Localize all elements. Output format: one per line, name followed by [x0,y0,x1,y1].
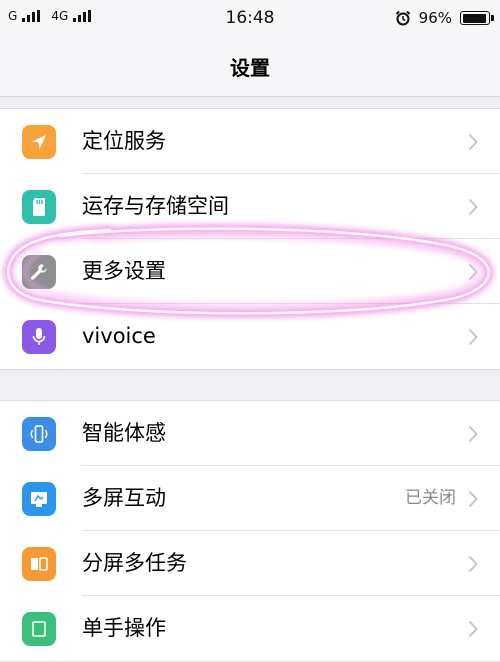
battery-percent: 96% [418,9,452,27]
settings-item-label: 智能体感 [82,421,166,445]
settings-item-label: 单手操作 [82,616,166,640]
settings-item-label: 分屏多任务 [82,551,187,575]
chevron-right-icon [468,555,478,573]
chevron-right-icon [468,133,478,151]
nav-bar: 设置 [0,36,500,97]
settings-item-split-screen[interactable]: 分屏多任务 [0,531,500,596]
chevron-right-icon [468,425,478,443]
microphone-icon [22,320,56,354]
settings-item-more-settings[interactable]: 更多设置 [0,239,500,304]
settings-item-label: vivoice [82,324,156,348]
settings-item-vivoice[interactable]: vivoice [0,304,500,369]
location-arrow-icon [22,125,56,159]
split-screen-icon [22,547,56,581]
chevron-right-icon [468,328,478,346]
settings-group-2: 智能体感 多屏互动 已关闭 分屏多任务 单手操作 [0,400,500,662]
settings-item-label: 多屏互动 [82,486,166,510]
wrench-icon [22,255,56,289]
settings-item-smart-motion[interactable]: 智能体感 [0,401,500,466]
chevron-right-icon [468,490,478,508]
settings-item-storage[interactable]: 运存与存储空间 [0,174,500,239]
alarm-clock-icon [395,10,410,26]
status-bar: G 4G 16:48 96% [0,0,500,36]
one-hand-icon [22,612,56,646]
settings-item-label: 运存与存储空间 [82,194,229,218]
settings-item-label: 更多设置 [82,259,166,283]
page-title: 设置 [230,55,270,80]
screen-cast-icon [22,482,56,516]
sd-card-icon [22,190,56,224]
chevron-right-icon [468,620,478,638]
settings-item-value: 已关闭 [405,488,456,508]
settings-item-multi-screen[interactable]: 多屏互动 已关闭 [0,466,500,531]
chevron-right-icon [468,198,478,216]
settings-item-label: 定位服务 [82,129,166,153]
battery-icon [460,11,494,25]
settings-item-one-hand[interactable]: 单手操作 [0,596,500,661]
settings-item-location[interactable]: 定位服务 [0,109,500,174]
phone-shake-icon [22,417,56,451]
settings-group-1: 定位服务 运存与存储空间 更多设置 vivoice [0,108,500,370]
chevron-right-icon [468,263,478,281]
